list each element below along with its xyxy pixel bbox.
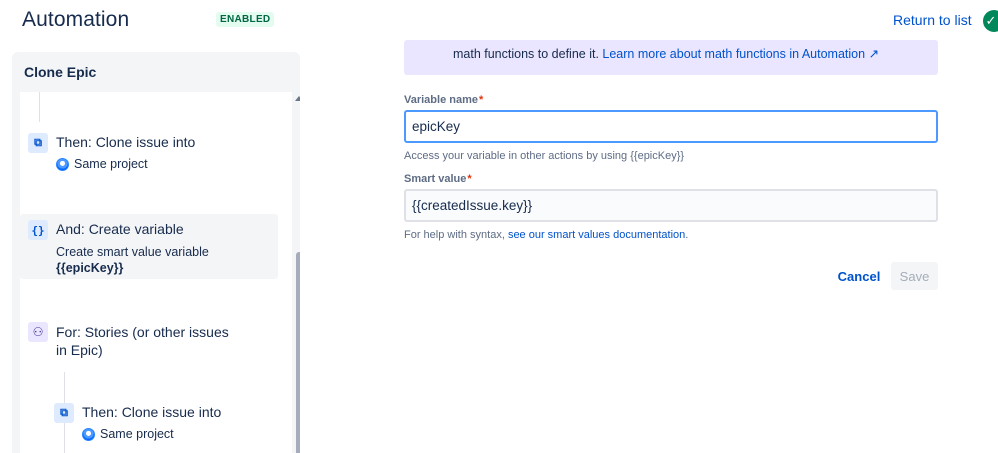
copy-icon: ⧉ xyxy=(28,133,48,153)
rule-step-clone-issue-nested[interactable]: ⧉ Then: Clone issue into Same project xyxy=(20,397,278,453)
variable-name-helper: Access your variable in other actions by… xyxy=(404,150,685,162)
step-project-label: Same project xyxy=(100,427,174,441)
step-project-label: Same project xyxy=(74,157,148,171)
cancel-button[interactable]: Cancel xyxy=(834,262,884,290)
project-icon xyxy=(82,427,95,441)
required-mark: * xyxy=(467,173,472,185)
math-functions-link[interactable]: Learn more about math functions in Autom… xyxy=(602,47,879,61)
smart-helper-suffix: . xyxy=(685,229,689,241)
branch-icon: ⚇ xyxy=(28,322,48,342)
banner-text: math functions to define it. xyxy=(453,47,599,61)
smart-value-helper: For help with syntax, see our smart valu… xyxy=(404,229,688,241)
smart-value-label: Smart value* xyxy=(404,173,472,185)
variable-name-label: Variable name* xyxy=(404,94,483,106)
step-project: Same project xyxy=(56,157,148,171)
step-title: And: Create variable xyxy=(56,221,184,237)
rule-list-scrollbar[interactable] xyxy=(294,92,300,453)
step-description: Create smart value variable xyxy=(56,245,209,259)
step-title: Then: Clone issue into xyxy=(56,134,196,150)
smart-value-input[interactable] xyxy=(404,189,938,222)
rule-step-for-stories[interactable]: ⚇ For: Stories (or other issues in Epic) xyxy=(20,320,278,370)
step-title: For: Stories (or other issues xyxy=(56,324,229,340)
step-connector xyxy=(39,92,40,122)
rule-step-clone-issue[interactable]: ⧉ Then: Clone issue into Same project xyxy=(20,122,278,182)
return-to-list-link[interactable]: Return to list xyxy=(893,12,972,28)
project-icon xyxy=(56,157,69,171)
step-title-cont: in Epic) xyxy=(56,342,103,358)
rule-panel: Clone Epic ⧉ Then: Clone issue into Same… xyxy=(12,52,300,453)
smart-value-label-text: Smart value xyxy=(404,173,467,185)
required-mark: * xyxy=(479,94,484,106)
enabled-badge: ENABLED xyxy=(216,12,275,27)
step-description-value: {{epicKey}} xyxy=(56,261,124,275)
smart-helper-text: For help with syntax, xyxy=(404,229,505,241)
step-project: Same project xyxy=(82,427,174,441)
rule-steps-list: ⧉ Then: Clone issue into Same project {}… xyxy=(20,92,292,453)
variable-name-label-text: Variable name xyxy=(404,94,478,106)
smart-values-docs-link[interactable]: see our smart values documentation xyxy=(508,229,685,241)
rule-step-create-variable[interactable]: {} And: Create variable Create smart val… xyxy=(20,214,278,279)
copy-icon: ⧉ xyxy=(54,403,74,423)
check-circle-icon: ✓ xyxy=(983,10,998,32)
info-banner: math functions to define it. Learn more … xyxy=(404,40,938,75)
rule-name: Clone Epic xyxy=(24,64,97,80)
scroll-thumb[interactable] xyxy=(296,252,300,453)
scroll-up-icon[interactable] xyxy=(295,96,300,101)
save-button[interactable]: Save xyxy=(891,262,938,290)
braces-icon: {} xyxy=(28,220,48,240)
step-title: Then: Clone issue into xyxy=(82,404,222,420)
variable-name-input[interactable] xyxy=(404,110,938,143)
page-title: Automation xyxy=(22,8,130,31)
